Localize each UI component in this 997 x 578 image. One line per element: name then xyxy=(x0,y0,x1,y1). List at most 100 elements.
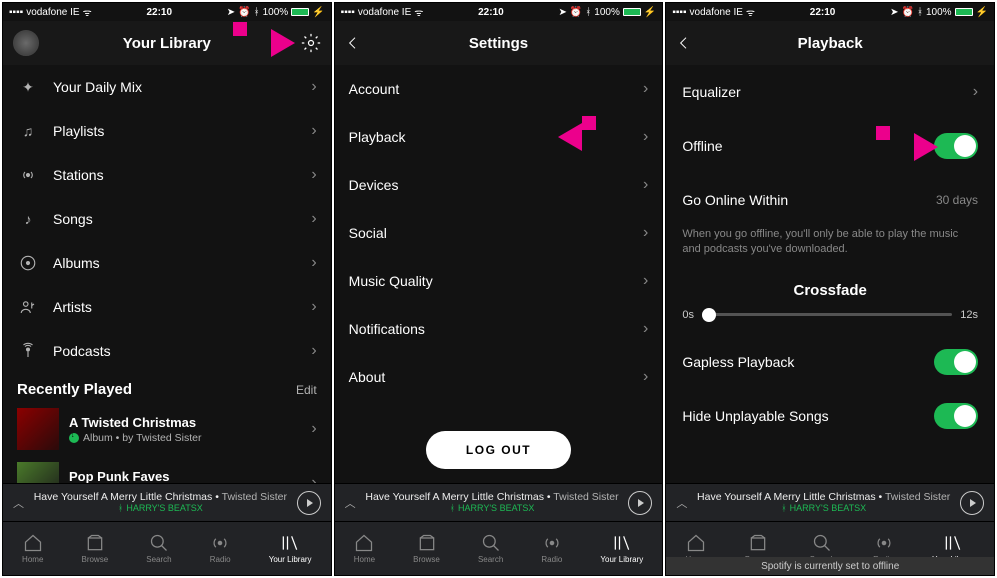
tab-search[interactable]: Search xyxy=(478,533,503,564)
bluetooth-icon: ᚼ xyxy=(585,7,591,18)
tab-label: Radio xyxy=(541,555,562,564)
recent-item[interactable]: Pop Punk FavesPlaylist› xyxy=(3,456,331,483)
clock: 22:10 xyxy=(146,7,172,18)
library-icon xyxy=(280,533,300,553)
setting-label: Gapless Playback xyxy=(682,354,934,370)
battery-icon xyxy=(955,8,973,16)
bluetooth-icon: ᚼ xyxy=(118,503,123,514)
slider-min: 0s xyxy=(682,309,694,321)
row-artists[interactable]: Artists› xyxy=(3,285,331,329)
tab-radio[interactable]: Radio xyxy=(210,533,231,564)
logout-button[interactable]: LOG OUT xyxy=(426,431,571,469)
setting-label: Offline xyxy=(682,138,934,154)
row-social[interactable]: Social› xyxy=(335,209,663,257)
media-subtitle: Album • by Twisted Sister xyxy=(83,432,201,444)
tab-label: Search xyxy=(146,555,171,564)
back-button[interactable] xyxy=(676,35,692,51)
tab-browse[interactable]: Browse xyxy=(81,533,108,564)
chevron-up-icon[interactable]: ︿ xyxy=(13,495,24,511)
chevron-right-icon: › xyxy=(305,298,317,316)
settings-content[interactable]: Account› Playback› Devices› Social› Musi… xyxy=(335,65,663,483)
music-note-icon: ♫ xyxy=(17,120,39,142)
row-label: Playlists xyxy=(53,123,305,139)
location-icon: ➤ xyxy=(227,7,235,18)
chevron-up-icon[interactable]: ︿ xyxy=(345,495,356,511)
wifi-icon: ᯤ xyxy=(83,5,92,19)
row-label: Account xyxy=(349,81,637,97)
row-account[interactable]: Account› xyxy=(335,65,663,113)
hide-unplayable-toggle[interactable] xyxy=(934,403,978,429)
chevron-right-icon: › xyxy=(305,166,317,184)
row-gapless: Gapless Playback xyxy=(666,335,994,389)
back-button[interactable] xyxy=(345,35,361,51)
tab-home[interactable]: Home xyxy=(354,533,375,564)
crossfade-slider[interactable] xyxy=(702,313,952,316)
row-podcasts[interactable]: Podcasts› xyxy=(3,329,331,373)
chevron-right-icon: › xyxy=(305,254,317,272)
np-track: Have Yourself A Merry Little Christmas xyxy=(34,491,213,503)
row-label: About xyxy=(349,369,637,385)
row-go-online[interactable]: Go Online Within30 days xyxy=(666,173,994,227)
playback-content[interactable]: Equalizer› Offline Go Online Within30 da… xyxy=(666,65,994,483)
library-icon xyxy=(612,533,632,553)
battery-pct: 100% xyxy=(594,7,620,18)
tab-label: Browse xyxy=(413,555,440,564)
avatar[interactable] xyxy=(13,30,39,56)
edit-button[interactable]: Edit xyxy=(296,383,317,397)
row-label: Music Quality xyxy=(349,273,637,289)
tab-radio[interactable]: Radio xyxy=(541,533,562,564)
play-button[interactable] xyxy=(960,491,984,515)
chevron-right-icon: › xyxy=(305,342,317,360)
library-content[interactable]: ✦Your Daily Mix› ♫ Playlists › Stations› ♪… xyxy=(3,65,331,483)
search-icon xyxy=(481,533,501,553)
row-albums[interactable]: Albums› xyxy=(3,241,331,285)
np-artist: Twisted Sister xyxy=(885,491,950,503)
tab-library[interactable]: Your Library xyxy=(269,533,312,564)
np-artist: Twisted Sister xyxy=(553,491,618,503)
row-music-quality[interactable]: Music Quality› xyxy=(335,257,663,305)
recently-played-header: Recently PlayedEdit xyxy=(3,373,331,402)
recent-item[interactable]: A Twisted ChristmasAlbum • by Twisted Si… xyxy=(3,402,331,456)
status-bar: ▪▪▪▪vodafone IEᯤ 22:10 ➤⏰ᚼ100%⚡ xyxy=(3,3,331,21)
home-icon xyxy=(354,533,374,553)
tab-library[interactable]: Your Library xyxy=(600,533,643,564)
tab-search[interactable]: Search xyxy=(146,533,171,564)
media-title: Pop Punk Faves xyxy=(69,469,295,484)
row-daily-mix[interactable]: ✦Your Daily Mix› xyxy=(3,65,331,109)
play-button[interactable] xyxy=(628,491,652,515)
now-playing-bar[interactable]: ︿Have Yourself A Merry Little Christmas … xyxy=(666,483,994,521)
page-title: Settings xyxy=(469,35,528,52)
row-equalizer[interactable]: Equalizer› xyxy=(666,65,994,119)
chevron-right-icon: › xyxy=(636,176,648,194)
downloaded-icon xyxy=(69,433,79,443)
slider-thumb[interactable] xyxy=(702,308,716,322)
screen-library: ▪▪▪▪vodafone IEᯤ 22:10 ➤⏰ᚼ100%⚡ Your Lib… xyxy=(2,2,332,576)
gear-icon[interactable] xyxy=(301,33,321,53)
carrier-label: vodafone IE xyxy=(358,7,411,18)
chevron-right-icon: › xyxy=(636,128,648,146)
row-playlists[interactable]: ♫Playlists› xyxy=(3,109,331,153)
row-notifications[interactable]: Notifications› xyxy=(335,305,663,353)
row-about[interactable]: About› xyxy=(335,353,663,401)
gapless-toggle[interactable] xyxy=(934,349,978,375)
artist-icon xyxy=(17,296,39,318)
chevron-up-icon[interactable]: ︿ xyxy=(676,495,687,511)
browse-icon xyxy=(417,533,437,553)
browse-icon xyxy=(85,533,105,553)
row-songs[interactable]: ♪Songs› xyxy=(3,197,331,241)
row-stations[interactable]: Stations› xyxy=(3,153,331,197)
alarm-icon: ⏰ xyxy=(570,7,582,18)
now-playing-bar[interactable]: ︿Have Yourself A Merry Little Christmas … xyxy=(335,483,663,521)
status-bar: ▪▪▪▪vodafone IEᯤ 22:10 ➤⏰ᚼ100%⚡ xyxy=(666,3,994,21)
bluetooth-icon: ᚼ xyxy=(781,503,786,514)
screen-playback: ▪▪▪▪vodafone IEᯤ 22:10 ➤⏰ᚼ100%⚡ Playback… xyxy=(665,2,995,576)
tab-home[interactable]: Home xyxy=(22,533,43,564)
tab-browse[interactable]: Browse xyxy=(413,533,440,564)
np-track: Have Yourself A Merry Little Christmas xyxy=(697,491,876,503)
play-button[interactable] xyxy=(297,491,321,515)
chevron-right-icon: › xyxy=(305,78,317,96)
offline-toggle[interactable] xyxy=(934,133,978,159)
row-playback[interactable]: Playback› xyxy=(335,113,663,161)
now-playing-bar[interactable]: ︿Have Yourself A Merry Little Christmas … xyxy=(3,483,331,521)
row-devices[interactable]: Devices› xyxy=(335,161,663,209)
